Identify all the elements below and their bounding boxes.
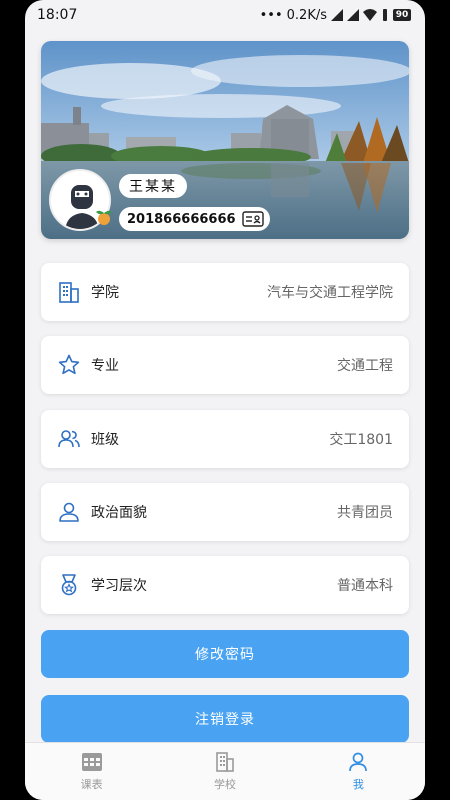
info-row-study-level[interactable]: 学习层次 普通本科 xyxy=(41,556,409,614)
building-icon xyxy=(59,282,79,303)
status-time: 18:07 xyxy=(37,7,78,23)
info-value: 交通工程 xyxy=(337,358,393,374)
battery-icon: 90 xyxy=(393,9,411,21)
signal-icon-2 xyxy=(347,9,359,21)
status-indicators: ••• 0.2K/s 90 xyxy=(260,8,411,23)
student-id: 201866666666 xyxy=(127,211,236,227)
tab-label: 课表 xyxy=(80,778,103,791)
student-id-badge: 201866666666 xyxy=(119,207,270,231)
logout-button[interactable]: 注销登录 xyxy=(41,695,409,743)
info-value: 共青团员 xyxy=(337,505,393,521)
profile-banner: 王某某 201866666666 xyxy=(41,41,409,239)
info-label: 班级 xyxy=(91,432,119,448)
status-bar: 18:07 ••• 0.2K/s 90 xyxy=(25,0,425,30)
medal-icon xyxy=(61,574,77,596)
info-row-major[interactable]: 专业 交通工程 xyxy=(41,336,409,394)
users-icon xyxy=(58,430,80,448)
change-password-button[interactable]: 修改密码 xyxy=(41,630,409,678)
info-value: 交工1801 xyxy=(329,432,393,448)
bottom-tab-bar: 课表 学校 我 xyxy=(25,742,425,800)
info-value: 普通本科 xyxy=(337,578,393,594)
tab-label: 我 xyxy=(352,778,364,791)
network-speed: 0.2K/s xyxy=(286,7,327,23)
tab-label: 学校 xyxy=(213,778,236,791)
id-card-icon xyxy=(241,211,264,227)
info-value: 汽车与交通工程学院 xyxy=(267,285,393,301)
wifi-icon xyxy=(363,9,377,21)
school-icon xyxy=(216,752,234,772)
network-dots: ••• xyxy=(259,7,283,23)
signal-icon xyxy=(331,9,343,21)
phone-screen: 18:07 ••• 0.2K/s 90 王某某 201866666666 学院 … xyxy=(25,0,425,800)
tab-timetable[interactable]: 课表 xyxy=(25,743,158,800)
info-label: 学院 xyxy=(91,285,119,301)
person-icon xyxy=(59,502,79,522)
profile-icon xyxy=(349,752,368,772)
info-row-college[interactable]: 学院 汽车与交通工程学院 xyxy=(41,263,409,321)
info-row-political-status[interactable]: 政治面貌 共青团员 xyxy=(41,483,409,541)
tab-me[interactable]: 我 xyxy=(292,743,425,800)
user-name: 王某某 xyxy=(119,174,187,198)
info-label: 政治面貌 xyxy=(91,505,147,521)
info-row-class[interactable]: 班级 交工1801 xyxy=(41,410,409,468)
timetable-icon xyxy=(81,753,102,771)
notification-icon xyxy=(383,9,387,21)
star-icon xyxy=(58,354,80,375)
tab-school[interactable]: 学校 xyxy=(158,743,291,800)
info-label: 专业 xyxy=(91,358,119,374)
info-label: 学习层次 xyxy=(91,578,147,594)
leaf-badge-icon xyxy=(96,210,112,225)
